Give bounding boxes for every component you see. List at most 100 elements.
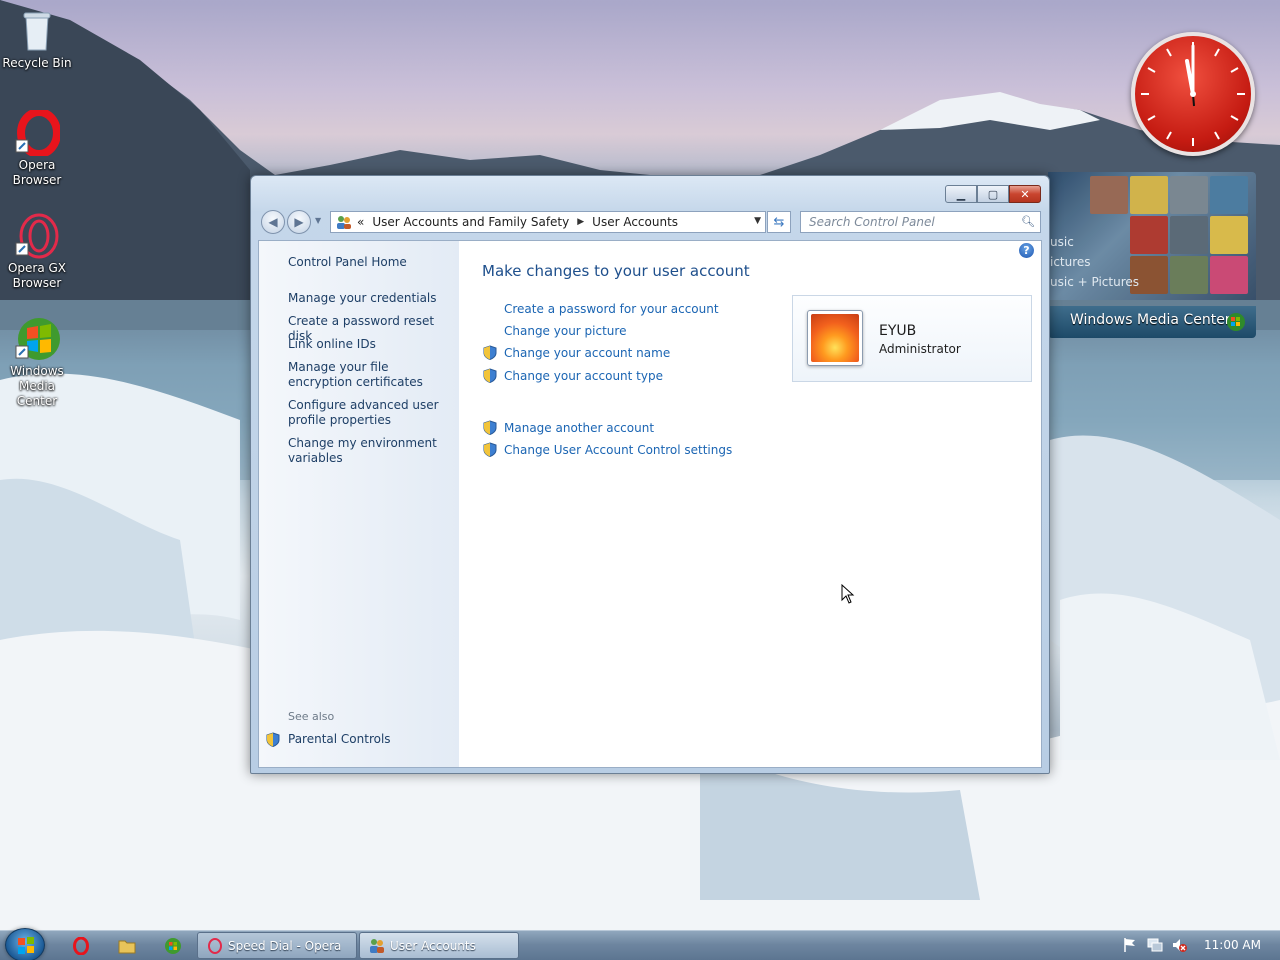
wmc-tile bbox=[1090, 176, 1128, 214]
desktop-icon-label: Opera GX bbox=[7, 261, 67, 275]
desktop-icon-windows-media-center[interactable]: Windows Media Center bbox=[0, 316, 74, 409]
refresh-button[interactable]: ⇆ bbox=[767, 211, 791, 233]
back-button[interactable]: ◀ bbox=[261, 210, 285, 234]
desktop-icon-recycle-bin[interactable]: Recycle Bin bbox=[0, 8, 74, 71]
taskbar-button-label: Speed Dial - Opera bbox=[228, 939, 342, 953]
sidebar-link-control-panel-home[interactable]: Control Panel Home bbox=[288, 255, 453, 270]
desktop-icon-label: Opera bbox=[18, 158, 56, 172]
sidebar-link-manage-credentials[interactable]: Manage your credentials bbox=[288, 291, 453, 306]
desktop-icon-label: Windows bbox=[10, 364, 64, 378]
search-placeholder: Search Control Panel bbox=[809, 215, 935, 229]
wmc-tile bbox=[1170, 176, 1208, 214]
opera-icon bbox=[14, 108, 61, 158]
taskbar: Speed Dial - Opera User Accounts 11:00 A… bbox=[0, 928, 1280, 960]
mouse-cursor-icon bbox=[841, 584, 855, 604]
shield-icon bbox=[266, 732, 280, 747]
desktop-icon-label: Browser bbox=[12, 276, 62, 290]
address-bar[interactable]: « User Accounts and Family Safety ▶ User… bbox=[330, 211, 766, 233]
task-link-create-password[interactable]: Create a password for your account bbox=[504, 302, 719, 316]
wmc-tile bbox=[1170, 216, 1208, 254]
shield-icon bbox=[483, 420, 497, 435]
opera-icon bbox=[208, 938, 222, 954]
task-link-change-account-name[interactable]: Change your account name bbox=[504, 346, 670, 360]
wmc-tile bbox=[1130, 176, 1168, 214]
windows-logo-icon bbox=[18, 937, 34, 954]
tray-network-icon[interactable] bbox=[1146, 937, 1164, 956]
breadcrumb-user-accounts[interactable]: User Accounts bbox=[592, 215, 678, 229]
windows-logo-icon bbox=[1227, 313, 1245, 331]
taskbar-button-opera[interactable]: Speed Dial - Opera bbox=[197, 932, 357, 959]
clock-face bbox=[1141, 42, 1245, 146]
flower-picture-icon bbox=[811, 314, 859, 362]
start-button[interactable] bbox=[5, 928, 45, 960]
maximize-button[interactable]: ▢ bbox=[977, 185, 1009, 203]
task-link-change-picture[interactable]: Change your picture bbox=[504, 324, 626, 338]
minimize-icon: ▁ bbox=[956, 187, 966, 201]
breadcrumb-overflow[interactable]: « bbox=[357, 215, 364, 229]
wmc-item-music[interactable]: usic bbox=[1050, 235, 1074, 249]
wmc-brand-bar[interactable]: Windows Media Center bbox=[1048, 306, 1256, 338]
recent-pages-dropdown[interactable]: ▼ bbox=[315, 216, 321, 225]
taskbar-button-label: User Accounts bbox=[390, 939, 476, 953]
quicklaunch-opera[interactable] bbox=[71, 936, 91, 956]
wmc-tile bbox=[1210, 256, 1248, 294]
window-controls: ▁ ▢ ✕ bbox=[945, 185, 1041, 203]
account-card: EYUB Administrator bbox=[792, 295, 1032, 382]
forward-arrow-icon: ▶ bbox=[294, 215, 304, 229]
task-link-change-account-type[interactable]: Change your account type bbox=[504, 369, 663, 383]
sidebar-link-environment-variables[interactable]: Change my environment variables bbox=[288, 436, 453, 466]
sidebar-link-parental-controls[interactable]: Parental Controls bbox=[288, 732, 453, 747]
sidebar-link-file-encryption[interactable]: Manage your file encryption certificates bbox=[288, 360, 453, 390]
desktop-icon-label: Recycle Bin bbox=[2, 56, 72, 70]
desktop-icon-opera[interactable]: Opera Browser bbox=[0, 108, 74, 188]
sidebar-link-online-ids[interactable]: Link online IDs bbox=[288, 337, 453, 352]
content-area: Control Panel Home Manage your credentia… bbox=[258, 240, 1042, 768]
windows-media-center-gadget[interactable]: usic ictures usic + Pictures Windows Med… bbox=[1048, 172, 1256, 338]
close-icon: ✕ bbox=[1020, 187, 1030, 201]
address-dropdown-icon[interactable]: ▼ bbox=[754, 216, 761, 226]
search-icon[interactable]: 🔍︎ bbox=[1021, 215, 1035, 228]
help-icon[interactable]: ? bbox=[1019, 243, 1034, 258]
windows-media-center-icon bbox=[14, 316, 60, 362]
wmc-brand-label: Windows Media Center bbox=[1070, 312, 1231, 328]
forward-button[interactable]: ▶ bbox=[287, 210, 311, 234]
recycle-bin-icon bbox=[14, 8, 60, 54]
minimize-button[interactable]: ▁ bbox=[945, 185, 977, 203]
desktop-icon-label: Browser bbox=[12, 173, 62, 187]
search-input[interactable]: Search Control Panel 🔍︎ bbox=[800, 211, 1041, 233]
tray-flag-icon[interactable] bbox=[1122, 937, 1138, 956]
sidebar-link-advanced-profile[interactable]: Configure advanced user profile properti… bbox=[288, 398, 453, 428]
shield-icon bbox=[483, 345, 497, 360]
quicklaunch-explorer[interactable] bbox=[117, 936, 137, 956]
wmc-tile bbox=[1210, 176, 1248, 214]
account-role: Administrator bbox=[879, 342, 961, 356]
quicklaunch-media-center[interactable] bbox=[163, 936, 183, 956]
user-accounts-icon bbox=[370, 939, 384, 953]
breadcrumb-user-accounts-family-safety[interactable]: User Accounts and Family Safety bbox=[372, 215, 569, 229]
user-accounts-icon bbox=[337, 216, 351, 229]
see-also-heading: See also bbox=[288, 710, 335, 723]
taskbar-clock[interactable]: 11:00 AM bbox=[1204, 938, 1261, 952]
desktop-icon-opera-gx[interactable]: Opera GX Browser bbox=[0, 213, 74, 291]
user-accounts-window[interactable]: ▁ ▢ ✕ ◀ ▶ ▼ « User Accounts and Family S… bbox=[250, 175, 1050, 774]
task-link-manage-another-account[interactable]: Manage another account bbox=[504, 421, 654, 435]
account-name: EYUB bbox=[879, 323, 917, 339]
desktop-icon-label: Media Center bbox=[16, 379, 58, 408]
close-button[interactable]: ✕ bbox=[1009, 185, 1041, 203]
task-link-uac-settings[interactable]: Change User Account Control settings bbox=[504, 443, 732, 457]
page-title: Make changes to your user account bbox=[482, 262, 750, 280]
clock-gadget[interactable] bbox=[1131, 32, 1255, 156]
account-picture bbox=[807, 310, 863, 366]
wmc-tile bbox=[1210, 216, 1248, 254]
maximize-icon: ▢ bbox=[987, 187, 999, 201]
windows-media-center-icon bbox=[165, 938, 181, 954]
breadcrumb-separator-icon[interactable]: ▶ bbox=[577, 217, 584, 227]
wmc-tile bbox=[1130, 216, 1168, 254]
tray-volume-muted-icon[interactable] bbox=[1171, 937, 1187, 956]
wmc-item-pictures[interactable]: ictures bbox=[1050, 255, 1091, 269]
wmc-tile bbox=[1170, 256, 1208, 294]
back-arrow-icon: ◀ bbox=[268, 215, 278, 229]
wmc-item-music-pictures[interactable]: usic + Pictures bbox=[1050, 275, 1139, 289]
task-pane: Control Panel Home Manage your credentia… bbox=[259, 241, 459, 767]
taskbar-button-user-accounts[interactable]: User Accounts bbox=[359, 932, 519, 959]
